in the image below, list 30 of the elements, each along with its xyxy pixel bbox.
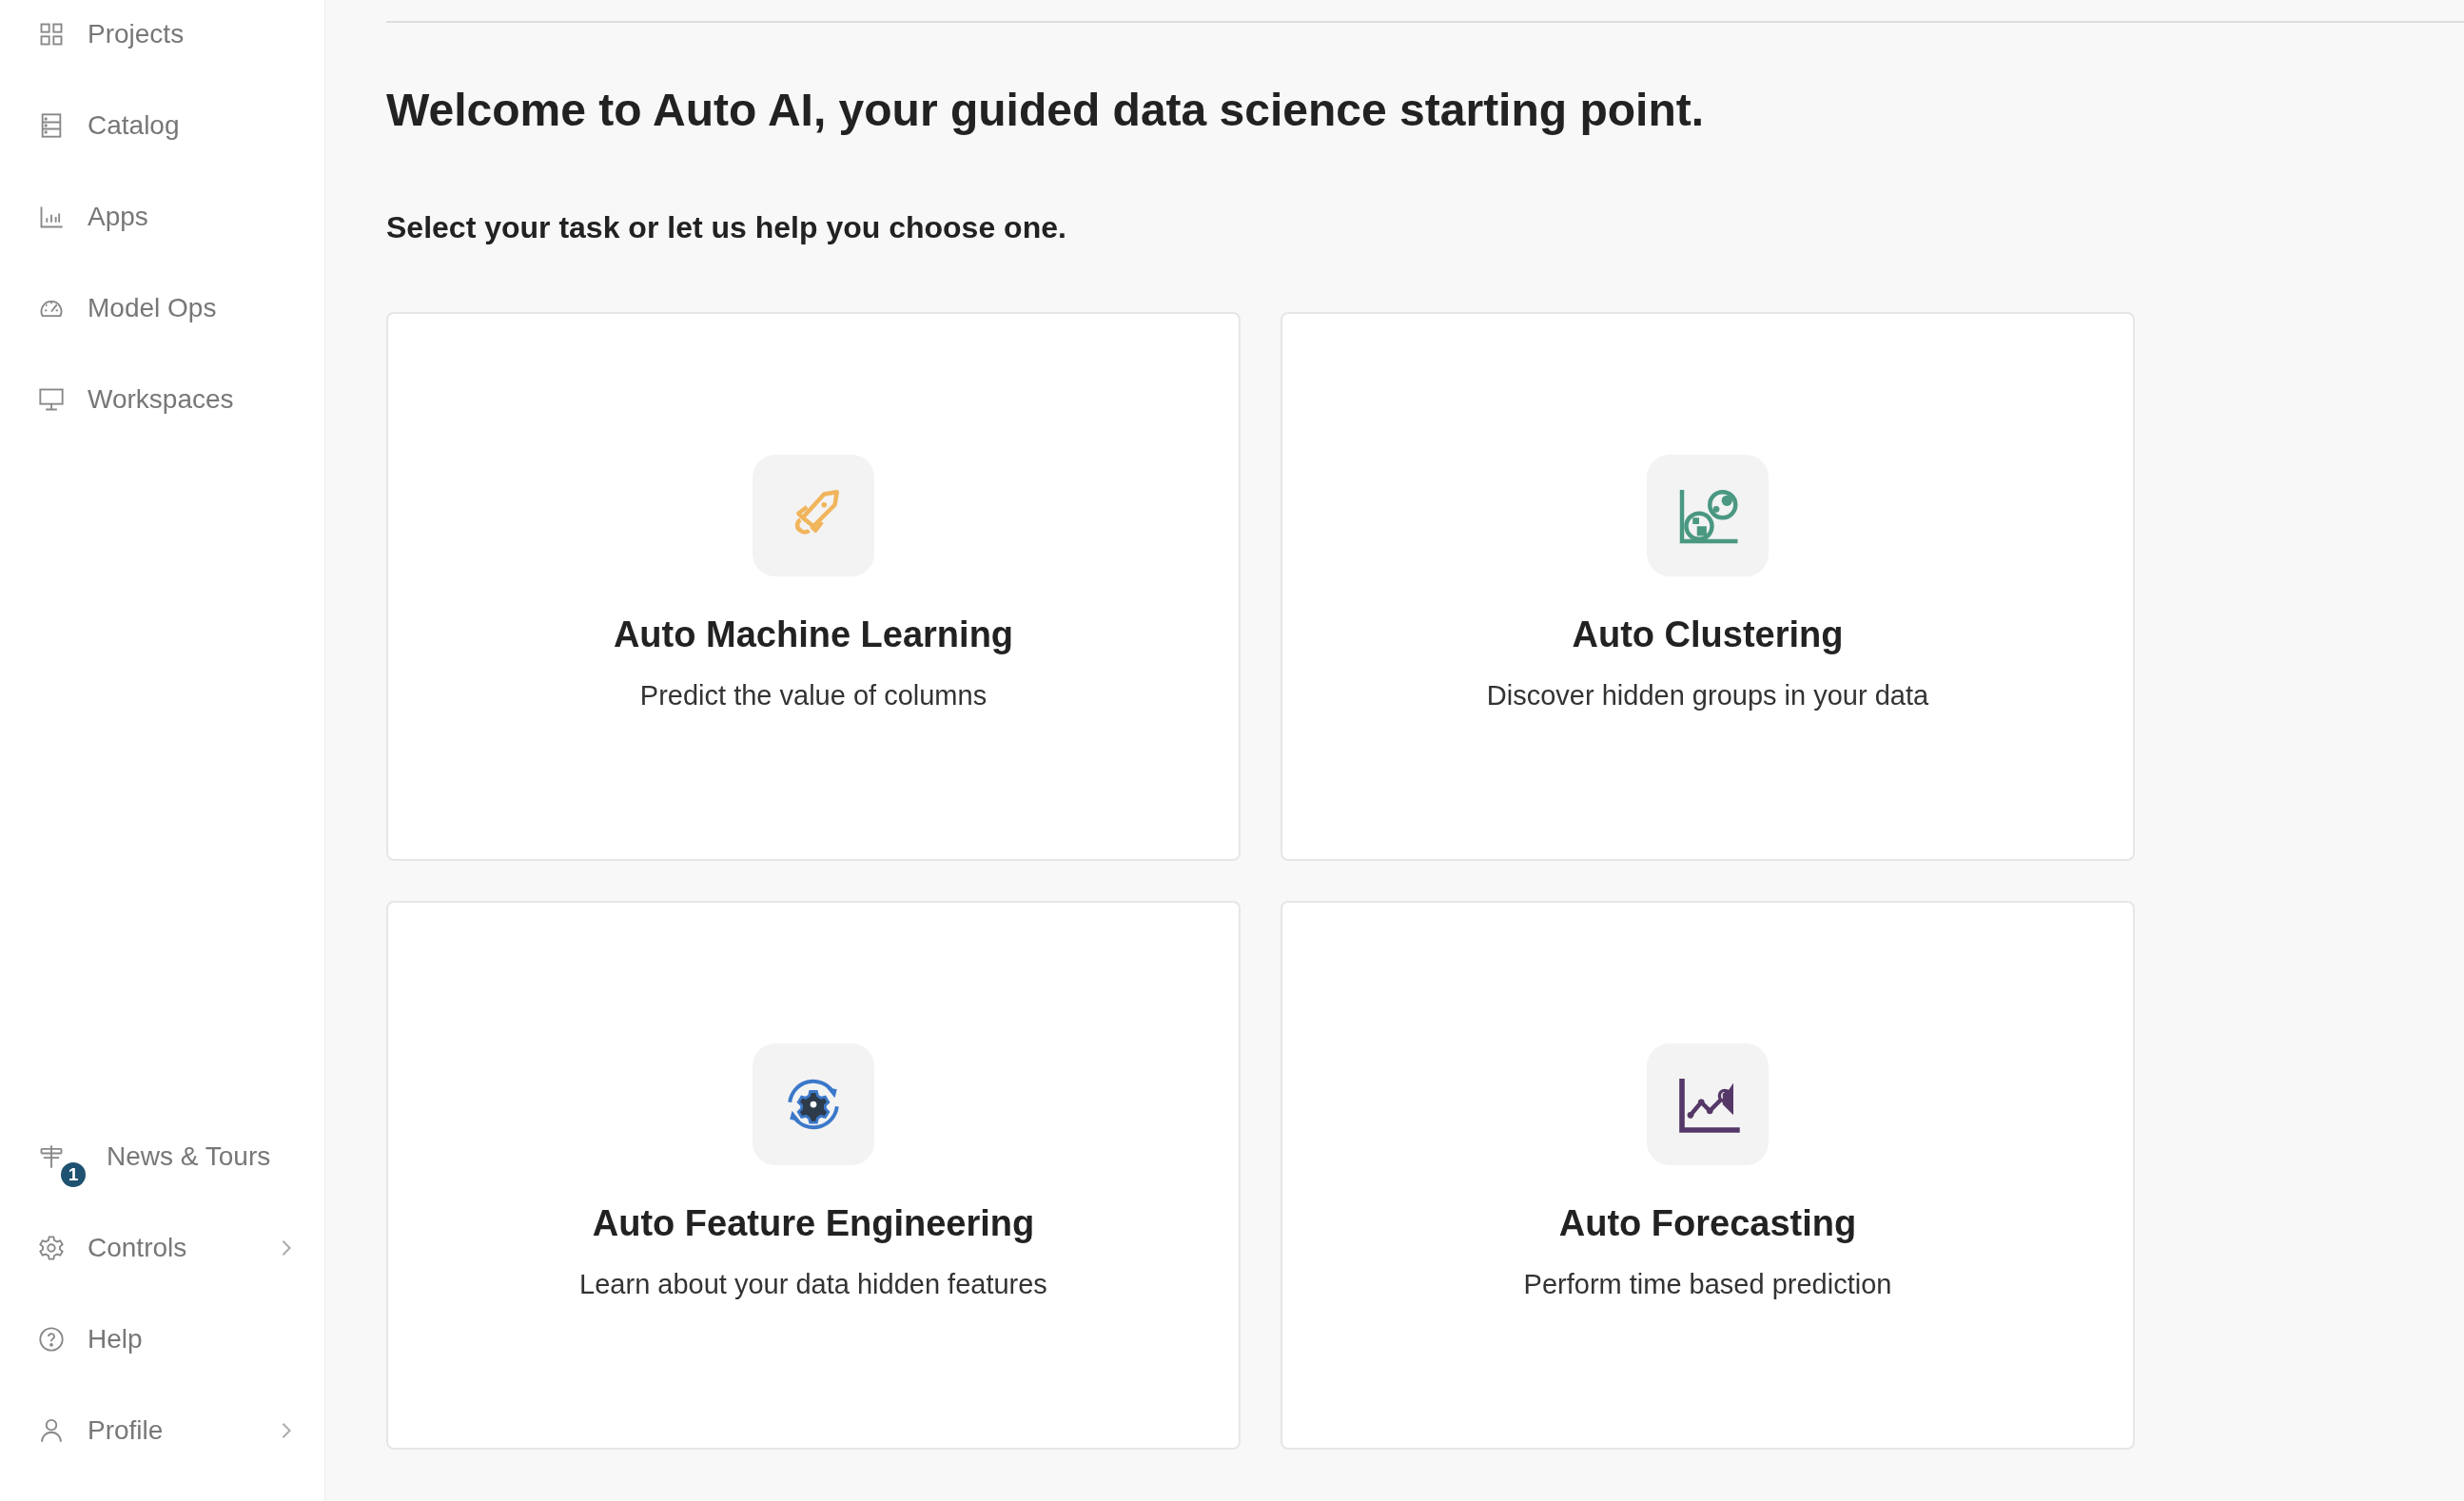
- help-icon: [38, 1326, 65, 1353]
- page-heading: Welcome to Auto AI, your guided data science starting point.: [386, 84, 1706, 136]
- page-subheading: Select your task or let us help you choose one.: [386, 210, 1067, 245]
- card-title: Auto Feature Engineering: [592, 1203, 1035, 1244]
- task-card[interactable]: Auto Forecasting Perform time based prediction: [1281, 901, 2135, 1450]
- grid-icon: [38, 21, 65, 48]
- card-title: Auto Machine Learning: [613, 614, 1014, 655]
- card-description: Discover hidden groups in your data: [1486, 680, 1929, 712]
- task-card[interactable]: Auto Feature Engineering Learn about your data hidden features: [386, 901, 1241, 1450]
- nav-item[interactable]: Catalog: [0, 80, 324, 171]
- nav-item[interactable]: Help: [0, 1294, 324, 1385]
- nav-item[interactable]: Workspaces: [0, 354, 324, 445]
- nav-item[interactable]: Apps: [0, 171, 324, 263]
- nav-item[interactable]: Projects: [0, 0, 324, 80]
- signpost-icon: [38, 1143, 65, 1170]
- person-icon: [38, 1417, 65, 1444]
- task-card[interactable]: Auto Clustering Discover hidden groups in your data: [1281, 312, 2135, 861]
- task-card[interactable]: Auto Machine Learning Predict the value of columns: [386, 312, 1241, 861]
- notification-badge: 1: [61, 1162, 86, 1187]
- nav-item[interactable]: 1 News & Tours: [0, 1111, 324, 1202]
- card-title: Auto Forecasting: [1558, 1203, 1857, 1244]
- nav-item[interactable]: Model Ops: [0, 263, 324, 354]
- nav-item[interactable]: Profile: [0, 1385, 324, 1476]
- card-description: Perform time based prediction: [1523, 1269, 1892, 1300]
- settings-icon: [38, 1235, 65, 1261]
- monitor-icon: [38, 386, 65, 413]
- card-title: Auto Clustering: [1572, 614, 1844, 655]
- card-description: Learn about your data hidden features: [579, 1269, 1047, 1300]
- nav-item[interactable]: Controls: [0, 1202, 324, 1294]
- card-description: Predict the value of columns: [639, 680, 988, 712]
